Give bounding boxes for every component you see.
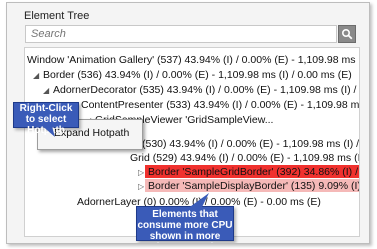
expanded-arrow-icon[interactable]: ◢ <box>43 84 53 98</box>
tree-row[interactable]: ContentPresenter (533) 43.94% (I) / 0.00… <box>81 98 359 112</box>
panel-title: Element Tree <box>24 10 90 22</box>
cpu-callout: Elements that consume more CPU shown in … <box>136 206 234 243</box>
element-tree-window: Element Tree Window 'Animation Gallery' … <box>6 2 370 244</box>
callout-pointer <box>39 123 55 137</box>
expanded-arrow-icon[interactable]: ◢ <box>33 69 43 83</box>
search-input[interactable] <box>25 25 337 43</box>
tree-row-hot[interactable]: ▷ Border 'SampleGridBorder' (392) 34.86% … <box>138 165 359 180</box>
collapsed-arrow-icon[interactable]: ▷ <box>138 180 148 194</box>
tree-row[interactable]: Grid (529) 43.94% (I) / 0.00% (E) - 1,10… <box>130 151 359 165</box>
expand-hotpath-menu-item[interactable]: Expand Hotpath <box>54 127 129 139</box>
callout-pointer <box>187 193 209 209</box>
tree-row[interactable]: ◢ AdornerDecorator (535) 43.94% (I) / 0.0… <box>43 83 359 98</box>
collapsed-arrow-icon[interactable]: ▷ <box>138 166 148 180</box>
tree-row[interactable]: Window 'Animation Gallery' (537) 43.94% … <box>27 53 359 67</box>
tree-row[interactable]: (530) 43.94% (I) / 0.00% (E) - 1,109.98 … <box>142 137 359 151</box>
search-icon <box>341 28 353 40</box>
search-button[interactable] <box>338 25 356 43</box>
tree-row[interactable]: ◢ Border (536) 43.94% (I) / 0.00% (E) - 1… <box>33 68 352 82</box>
tree-row-warm[interactable]: ▷ Border 'SampleDisplayBorder' (135) 9.09… <box>138 179 359 194</box>
